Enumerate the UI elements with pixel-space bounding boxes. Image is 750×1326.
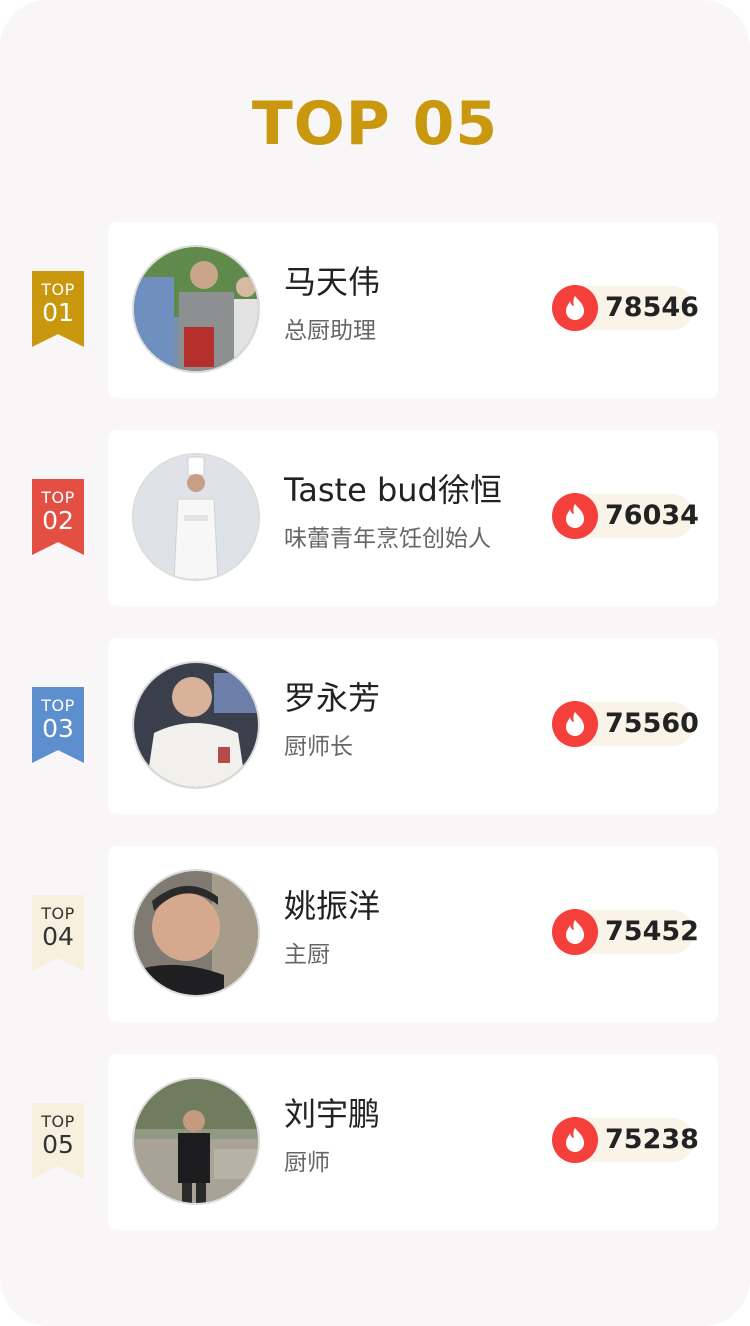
chef-role: 主厨	[284, 942, 330, 968]
fire-icon	[552, 909, 598, 955]
popularity-badge: 75560	[552, 701, 699, 747]
chef-role: 厨师	[284, 1150, 330, 1176]
rank-number: 04	[42, 922, 74, 951]
popularity-badge: 78546	[552, 285, 699, 331]
ranking-row-1: TOP 01 马天伟 总厨助理 78546	[0, 222, 750, 398]
popularity-score: 76034	[605, 500, 699, 531]
popularity-badge: 75452	[552, 909, 699, 955]
rank-ribbon: TOP 03	[32, 687, 84, 763]
popularity-badge: 76034	[552, 493, 699, 539]
rank-label: TOP	[41, 696, 75, 715]
popularity-score: 75238	[605, 1124, 699, 1155]
chef-avatar[interactable]	[132, 869, 260, 997]
rank-ribbon: TOP 01	[32, 271, 84, 347]
chef-avatar[interactable]	[132, 1077, 260, 1205]
rank-label: TOP	[41, 280, 75, 299]
fire-icon	[552, 493, 598, 539]
popularity-score: 78546	[605, 292, 699, 323]
rank-ribbon: TOP 02	[32, 479, 84, 555]
rank-number: 01	[42, 298, 74, 327]
chef-name: 刘宇鹏	[284, 1095, 381, 1133]
chef-role: 厨师长	[284, 734, 353, 760]
chef-card[interactable]: 马天伟 总厨助理 78546	[108, 222, 718, 398]
fire-icon	[552, 285, 598, 331]
rank-ribbon: TOP 04	[32, 895, 84, 971]
chef-card[interactable]: 刘宇鹏 厨师 75238	[108, 1054, 718, 1230]
ranking-row-4: TOP 04 姚振洋 主厨 75452	[0, 846, 750, 1022]
chef-name: 罗永芳	[284, 679, 381, 717]
chef-role: 总厨助理	[284, 318, 376, 344]
rank-number: 05	[42, 1130, 74, 1159]
rank-number: 03	[42, 714, 74, 743]
chef-name: 姚振洋	[284, 887, 381, 925]
popularity-score: 75452	[605, 916, 699, 947]
chef-name: 马天伟	[284, 263, 381, 301]
fire-icon	[552, 1117, 598, 1163]
ranking-panel: TOP 05 TOP 01 马天伟 总厨助理 78546 TOP 02 Tast…	[0, 0, 750, 1326]
chef-avatar[interactable]	[132, 245, 260, 373]
ranking-row-3: TOP 03 罗永芳 厨师长 75560	[0, 638, 750, 814]
ranking-title: TOP 05	[251, 89, 499, 159]
rank-number: 02	[42, 506, 74, 535]
chef-avatar[interactable]	[132, 661, 260, 789]
chef-card[interactable]: 罗永芳 厨师长 75560	[108, 638, 718, 814]
fire-icon	[552, 701, 598, 747]
chef-card[interactable]: Taste bud徐恒 味蕾青年烹饪创始人 76034	[108, 430, 718, 606]
popularity-score: 75560	[605, 708, 699, 739]
chef-card[interactable]: 姚振洋 主厨 75452	[108, 846, 718, 1022]
chef-avatar[interactable]	[132, 453, 260, 581]
ranking-row-5: TOP 05 刘宇鹏 厨师 75238	[0, 1054, 750, 1230]
rank-label: TOP	[41, 488, 75, 507]
chef-name: Taste bud徐恒	[284, 471, 502, 509]
chef-role: 味蕾青年烹饪创始人	[284, 526, 491, 552]
rank-label: TOP	[41, 1112, 75, 1131]
rank-label: TOP	[41, 904, 75, 923]
popularity-badge: 75238	[552, 1117, 699, 1163]
rank-ribbon: TOP 05	[32, 1103, 84, 1179]
ranking-row-2: TOP 02 Taste bud徐恒 味蕾青年烹饪创始人 76034	[0, 430, 750, 606]
